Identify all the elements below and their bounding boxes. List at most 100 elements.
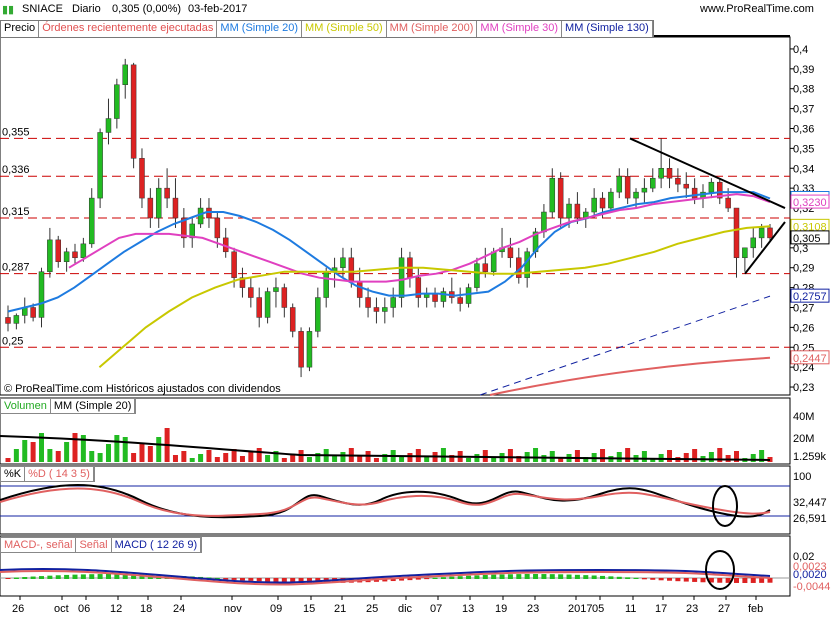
candle-body [172, 197, 179, 219]
candle-body [507, 247, 514, 259]
legend-item-mm200[interactable]: MM (Simple 200) [387, 21, 478, 37]
candle-body [733, 207, 740, 259]
candle-body [114, 84, 120, 119]
volume-bar [72, 433, 78, 462]
candle-body [742, 247, 748, 259]
macd-histogram-bar [700, 578, 706, 583]
legend-item-mm50[interactable]: MM (Simple 50) [302, 21, 387, 37]
x-tick-label: 27 [718, 603, 730, 615]
level-label: 0,315 [2, 206, 30, 218]
volume-bar [181, 451, 187, 462]
candle-body [708, 181, 715, 193]
candle-body [340, 257, 346, 268]
stoch-k-legend-item[interactable]: %K [1, 467, 26, 481]
candle-body [758, 227, 765, 239]
volume-tick-label: 40M [793, 411, 814, 423]
candle-body [591, 197, 597, 213]
x-tick-label: oct [54, 603, 69, 615]
candle-body [658, 168, 664, 179]
volume-ma-legend-item[interactable]: MM (Simple 20) [51, 399, 136, 413]
macd-histogram-bar [5, 578, 11, 579]
macd-signal-legend-item[interactable]: MACD-, señal [1, 538, 77, 552]
volume-bar [641, 451, 647, 462]
volume-bar [625, 448, 631, 462]
stoch-tick-label: 26,591 [793, 513, 827, 525]
volume-bar [198, 454, 204, 462]
macd-histogram-bar [608, 576, 614, 579]
legend-item-mm20[interactable]: MM (Simple 20) [217, 21, 303, 37]
stoch-d-legend-item[interactable]: %D ( 14 3 5) [25, 467, 94, 481]
candle-body [88, 197, 95, 245]
legend-item-orders[interactable]: Órdenes recientemente ejecutadas [39, 21, 218, 37]
candle-body [549, 177, 556, 213]
level-label: 0,355 [2, 126, 30, 138]
volume-bar [30, 442, 36, 462]
volume-bar [131, 453, 137, 462]
volume-bar [5, 458, 11, 462]
macd-histogram-bar [583, 575, 589, 579]
macd-histogram-bar [600, 575, 606, 579]
volume-tick-label: 1.259k [793, 451, 827, 463]
candle-body [725, 197, 731, 209]
candle-body [616, 175, 623, 193]
macd-histogram-bar [248, 578, 254, 581]
last-price-label: 0,305 (0,00%) [112, 3, 182, 15]
volume-bar [248, 452, 254, 462]
legend-item-mm30[interactable]: MM (Simple 30) [477, 21, 563, 37]
y-tick-label: 0,39 [793, 64, 814, 76]
volume-bar [683, 453, 689, 462]
macd-histogram-bar [89, 574, 95, 579]
volume-bar [407, 453, 413, 462]
macd-histogram-bar [524, 574, 530, 579]
x-tick-label: 06 [78, 603, 90, 615]
volume-bar [600, 449, 606, 462]
candle-body [130, 64, 137, 159]
macd-histogram-bar [633, 577, 639, 579]
macd-histogram-bar [273, 578, 279, 583]
macd-histogram-bar [750, 578, 756, 583]
volume-bar [223, 453, 229, 462]
candle-body [164, 187, 170, 199]
y-tick-label: 0,34 [793, 163, 814, 175]
stoch-legend: %K %D ( 14 3 5) [0, 466, 95, 482]
x-tick-label: 26 [12, 603, 24, 615]
volume-bar [306, 457, 312, 462]
volume-bar [265, 455, 271, 462]
signal-legend-item[interactable]: Señal [76, 538, 112, 552]
x-tick-label: 12 [110, 603, 122, 615]
macd-histogram-bar [558, 574, 564, 579]
macd-histogram-bar [223, 578, 229, 580]
y-tick-label: 0,27 [793, 302, 814, 314]
volume-bar [22, 440, 28, 462]
candle-body [457, 297, 463, 304]
y-tick-label: 0,35 [793, 143, 814, 155]
volume-bar [466, 458, 472, 462]
candle-body [5, 317, 11, 324]
candle-body [273, 287, 279, 292]
candle-body [691, 187, 698, 199]
legend-item-price[interactable]: Precio [1, 21, 40, 37]
macd-histogram-bar [432, 577, 438, 579]
copyright-note: © ProRealTime.com Históricos ajustados c… [4, 383, 281, 395]
candle-body [356, 281, 363, 298]
volume-bar [147, 446, 153, 462]
legend-item-mm130[interactable]: MM (Simple 130) [562, 21, 653, 37]
volume-bar [533, 448, 539, 462]
candle-body [264, 291, 271, 318]
y-tick-label: 0,23 [793, 382, 814, 394]
y-tick-label: 0,29 [793, 263, 814, 275]
volume-bar [47, 449, 53, 462]
candle-body [365, 297, 371, 308]
volume-bar [440, 448, 446, 462]
price-box: 0,2757 [790, 288, 830, 303]
volume-bar [549, 451, 555, 462]
macd-histogram-bar [566, 574, 572, 579]
chart-icon: ▮▮ [2, 4, 15, 16]
volume-legend-item[interactable]: Volumen [1, 399, 51, 413]
volume-bar [64, 442, 70, 462]
macd-legend-item[interactable]: MACD ( 12 26 9) [112, 538, 202, 552]
candle-body [38, 271, 45, 318]
candle-body [147, 197, 154, 219]
price-box-label: 0,2447 [793, 353, 827, 365]
macd-histogram-bar [507, 574, 513, 579]
